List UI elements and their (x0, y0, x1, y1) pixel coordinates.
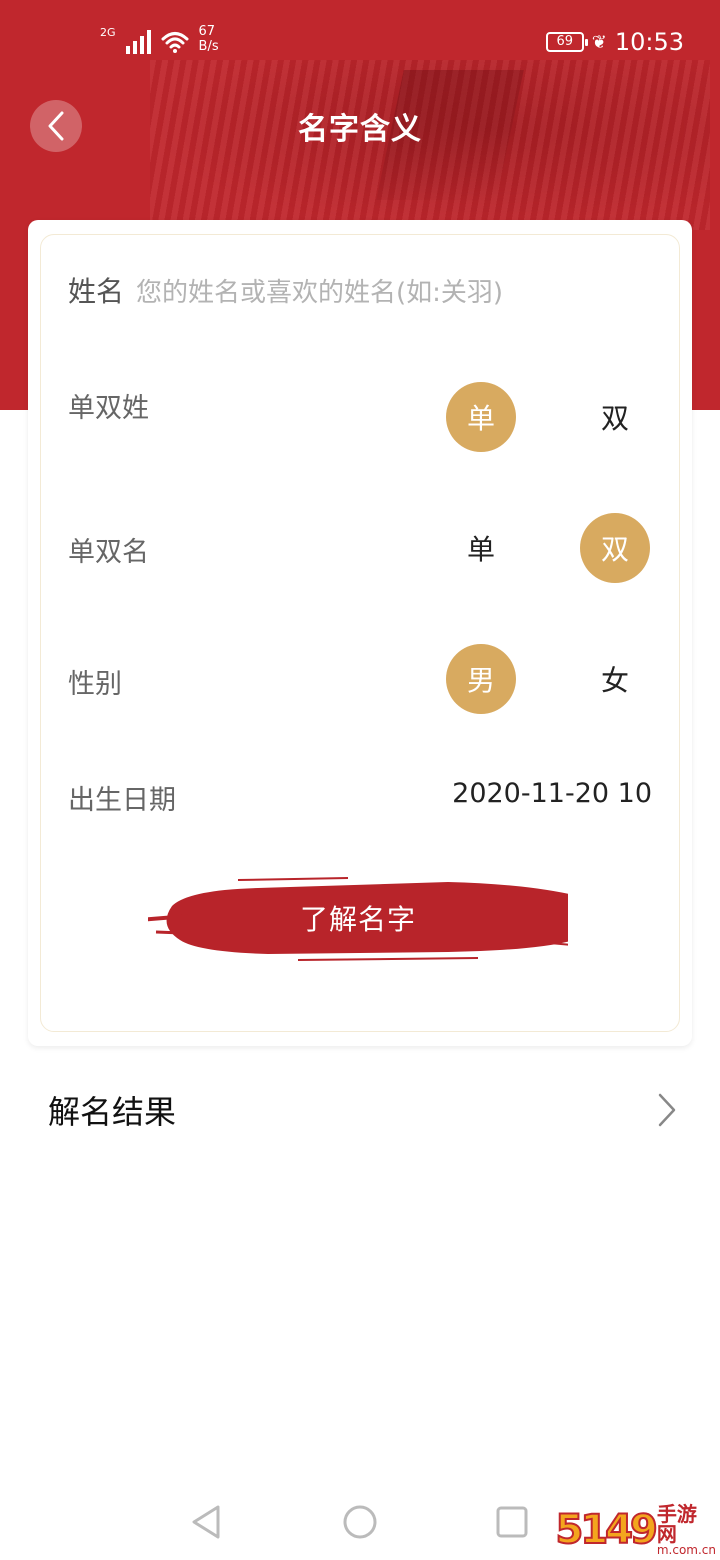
network-speed-unit: B/s (198, 39, 219, 54)
battery-icon: 69 (545, 32, 588, 52)
battery-level: 69 (556, 34, 573, 49)
watermark-number: 5149 (555, 1506, 659, 1554)
watermark-brand: 手游网 (656, 1502, 697, 1546)
status-left: 2G 67 B/s (100, 24, 219, 54)
name-input[interactable] (136, 278, 597, 308)
birth-date-picker[interactable]: 2020-11-20 10 (452, 778, 652, 809)
surname-single-option[interactable]: 单 (446, 382, 516, 452)
nav-home-icon[interactable] (340, 1502, 380, 1542)
status-bar: 2G 67 B/s 69 ❦ 10:53 (0, 0, 720, 80)
given-name-type-label: 单双名 (68, 537, 149, 568)
network-speed: 67 B/s (199, 24, 219, 54)
status-time: 10:53 (614, 28, 684, 56)
page-title: 名字含义 (298, 112, 422, 147)
wifi-icon (161, 32, 189, 53)
understand-name-label: 了解名字 (299, 903, 416, 936)
watermark-text: 手游网 m.com.cn (657, 1504, 716, 1556)
network-type: 2G (100, 26, 116, 39)
name-result-label: 解名结果 (48, 1093, 177, 1131)
power-saving-leaf-icon: ❦ (591, 31, 607, 53)
name-form-card: 姓名 单双姓 单 双 单双名 单 双 性别 男 女 出生日期 2020-11-2… (28, 220, 692, 1046)
network-speed-value: 67 (198, 24, 216, 39)
understand-name-button[interactable]: 了解名字 (148, 868, 568, 968)
gender-label: 性别 (68, 669, 122, 700)
given-single-option[interactable]: 单 (446, 513, 516, 583)
watermark-url: m.com.cn (656, 1543, 716, 1557)
gender-male-option[interactable]: 男 (446, 644, 516, 714)
name-field-row: 姓名 (68, 270, 597, 310)
name-result-row[interactable]: 解名结果 (48, 1080, 678, 1140)
surname-type-label: 单双姓 (68, 393, 149, 424)
surname-double-option[interactable]: 双 (580, 382, 650, 452)
watermark-logo: 5149 手游网 m.com.cn (555, 1500, 720, 1560)
chevron-right-icon (658, 1093, 676, 1127)
nav-recents-icon[interactable] (492, 1502, 532, 1542)
signal-icon (125, 28, 151, 54)
gender-female-option[interactable]: 女 (580, 644, 650, 714)
birth-date-label: 出生日期 (68, 785, 176, 816)
given-double-option[interactable]: 双 (580, 513, 650, 583)
nav-back-icon[interactable] (186, 1502, 226, 1542)
name-label: 姓名 (68, 275, 125, 308)
status-right: 69 ❦ 10:53 (545, 28, 684, 56)
